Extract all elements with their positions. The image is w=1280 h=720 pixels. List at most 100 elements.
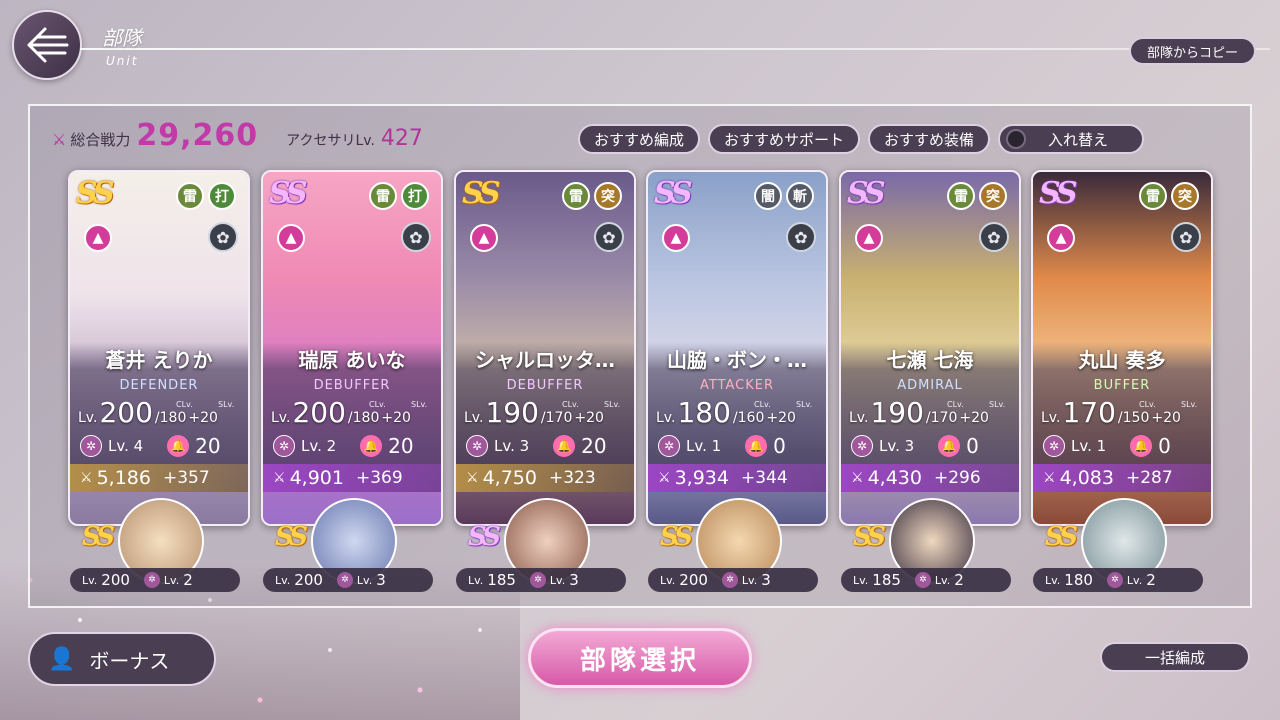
unit-card[interactable]: SS 雷 突 ▲ ✿ 丸山 奏多 BUFFER CLv. SLv. Lv. 17… — [1031, 170, 1213, 526]
support-level-bar: Lv. 185 ✲ Lv. 2 — [841, 568, 1011, 592]
character-role: BUFFER — [1093, 378, 1151, 393]
unit-select-button[interactable]: 部隊選択 — [528, 628, 752, 688]
rarity-badge: SS — [76, 176, 115, 211]
slv-bonus: +20 — [574, 410, 604, 426]
attack-type-icon: 打 — [208, 182, 236, 210]
back-arrow-icon — [27, 27, 69, 63]
copy-from-unit-button[interactable]: 部隊からコピー — [1128, 37, 1256, 65]
support-level-label: Lv. — [468, 573, 484, 587]
unit-card[interactable]: SS 雷 打 ▲ ✿ 蒼井 えりか DEFENDER CLv. SLv. Lv.… — [68, 170, 250, 526]
support-rarity-badge: SS — [275, 522, 308, 552]
recommend-equip-button[interactable]: おすすめ装備 — [868, 124, 991, 154]
skill-icon: ✲ — [851, 435, 873, 457]
slv-bonus: +20 — [959, 410, 989, 426]
slv-bonus: +20 — [188, 410, 218, 426]
unit-power: 3,934 — [674, 467, 729, 489]
support-slot[interactable]: SS Lv. 185 ✲ Lv. 3 — [456, 498, 626, 596]
bulk-formation-button[interactable]: 一括編成 — [1100, 642, 1250, 672]
skill-row: ✲ Lv. 1 🔔 0 — [1043, 434, 1171, 458]
skill-row: ✲ Lv. 3 🔔 0 — [851, 434, 979, 458]
rarity-badge: SS — [654, 176, 693, 211]
unit-card[interactable]: SS 闇 斬 ▲ ✿ 山脇・ボン・… ATTACKER CLv. SLv. Lv… — [646, 170, 828, 526]
support-skill-label: Lv. — [934, 573, 951, 587]
skill-icon: ✲ — [336, 572, 353, 588]
character-role: DEBUFFER — [506, 378, 584, 393]
unit-power-bonus: +357 — [162, 468, 210, 488]
bonus-button[interactable]: 👤 ボーナス — [28, 632, 216, 686]
unit-power-bonus: +344 — [740, 468, 788, 488]
level-value: 170 — [1062, 396, 1116, 429]
support-level-label: Lv. — [853, 573, 869, 587]
skill-icon: ✲ — [143, 572, 160, 588]
swords-icon: ⚔ — [52, 130, 67, 149]
support-slot[interactable]: SS Lv. 185 ✲ Lv. 2 — [841, 498, 1011, 596]
support-skill-label: Lv. — [356, 573, 373, 587]
support-slot[interactable]: SS Lv. 200 ✲ Lv. 3 — [263, 498, 433, 596]
skill-row: ✲ Lv. 2 🔔 20 — [273, 434, 414, 458]
support-skill-level: 2 — [954, 571, 964, 589]
swords-icon: ⚔ — [273, 470, 286, 486]
unit-power-bonus: +296 — [933, 468, 981, 488]
unit-power: 4,750 — [482, 467, 537, 489]
rarity-badge: SS — [847, 176, 886, 211]
skill-icon: ✲ — [1043, 435, 1065, 457]
page-title: 部隊 — [102, 26, 142, 50]
level-row: Lv. 200 /180 +20 — [271, 396, 411, 429]
character-role: DEBUFFER — [313, 378, 391, 393]
power-bar: ⚔ 4,750 +323 — [456, 464, 634, 492]
slv-label: SLv. — [796, 400, 813, 409]
support-skill-label: Lv. — [741, 573, 758, 587]
skill-icon: ✲ — [1106, 572, 1123, 588]
unit-card[interactable]: SS 雷 打 ▲ ✿ 瑞原 あいな DEBUFFER CLv. SLv. Lv.… — [261, 170, 443, 526]
bell-count: 0 — [1158, 434, 1171, 458]
support-skill-level: 3 — [376, 571, 386, 589]
level-row: Lv. 190 /170 +20 — [464, 396, 604, 429]
skill-level: Lv. 2 — [301, 437, 337, 455]
total-power-label: 総合戦力 — [70, 131, 131, 149]
skill-icon: ✲ — [529, 572, 546, 588]
user-up-icon: ▲ — [855, 224, 883, 252]
skill-level: Lv. 1 — [1071, 437, 1107, 455]
unit-card[interactable]: SS 雷 突 ▲ ✿ シャルロッタ… DEBUFFER CLv. SLv. Lv… — [454, 170, 636, 526]
bell-icon: 🔔 — [745, 435, 768, 457]
skill-icon: ✲ — [466, 435, 488, 457]
support-level-bar: Lv. 180 ✲ Lv. 2 — [1033, 568, 1203, 592]
swap-label: 入れ替え — [1048, 130, 1109, 149]
support-level-bar: Lv. 200 ✲ Lv. 2 — [70, 568, 240, 592]
level-label: Lv. — [656, 410, 676, 426]
support-level-bar: Lv. 185 ✲ Lv. 3 — [456, 568, 626, 592]
swap-toggle[interactable]: 入れ替え — [998, 124, 1145, 154]
support-skill-label: Lv. — [1126, 573, 1143, 587]
flower-emblem-icon: ✿ — [1171, 222, 1201, 252]
back-button[interactable] — [12, 10, 82, 80]
element-icon: 雷 — [947, 182, 975, 210]
level-row: Lv. 170 /150 +20 — [1041, 396, 1181, 429]
slv-bonus: +20 — [766, 410, 796, 426]
support-slot[interactable]: SS Lv. 200 ✲ Lv. 2 — [70, 498, 240, 596]
level-label: Lv. — [78, 410, 98, 426]
rarity-badge: SS — [1039, 176, 1078, 211]
accessory-level-value: 427 — [380, 126, 423, 151]
skill-icon: ✲ — [914, 572, 931, 588]
slv-label: SLv. — [218, 400, 235, 409]
level-value: 190 — [870, 396, 924, 429]
swords-icon: ⚔ — [851, 470, 864, 486]
unit-power: 4,430 — [867, 467, 922, 489]
unit-card[interactable]: SS 雷 突 ▲ ✿ 七瀬 七海 ADMIRAL CLv. SLv. Lv. 1… — [839, 170, 1021, 526]
unit-power-bonus: +287 — [1125, 468, 1173, 488]
support-slot[interactable]: SS Lv. 200 ✲ Lv. 3 — [648, 498, 818, 596]
recommend-formation-button[interactable]: おすすめ編成 — [578, 124, 701, 154]
slv-label: SLv. — [411, 400, 428, 409]
attack-type-icon: 斬 — [786, 182, 814, 210]
character-role: ADMIRAL — [897, 378, 963, 393]
skill-icon: ✲ — [658, 435, 680, 457]
level-value: 190 — [485, 396, 539, 429]
recommend-support-button[interactable]: おすすめサポート — [708, 124, 861, 154]
support-slot[interactable]: SS Lv. 180 ✲ Lv. 2 — [1033, 498, 1203, 596]
user-up-icon: ▲ — [277, 224, 305, 252]
support-level: 200 — [101, 571, 130, 589]
swords-icon: ⚔ — [1043, 470, 1056, 486]
swords-icon: ⚔ — [80, 470, 93, 486]
skill-level: Lv. 4 — [108, 437, 144, 455]
element-icon: 闇 — [754, 182, 782, 210]
